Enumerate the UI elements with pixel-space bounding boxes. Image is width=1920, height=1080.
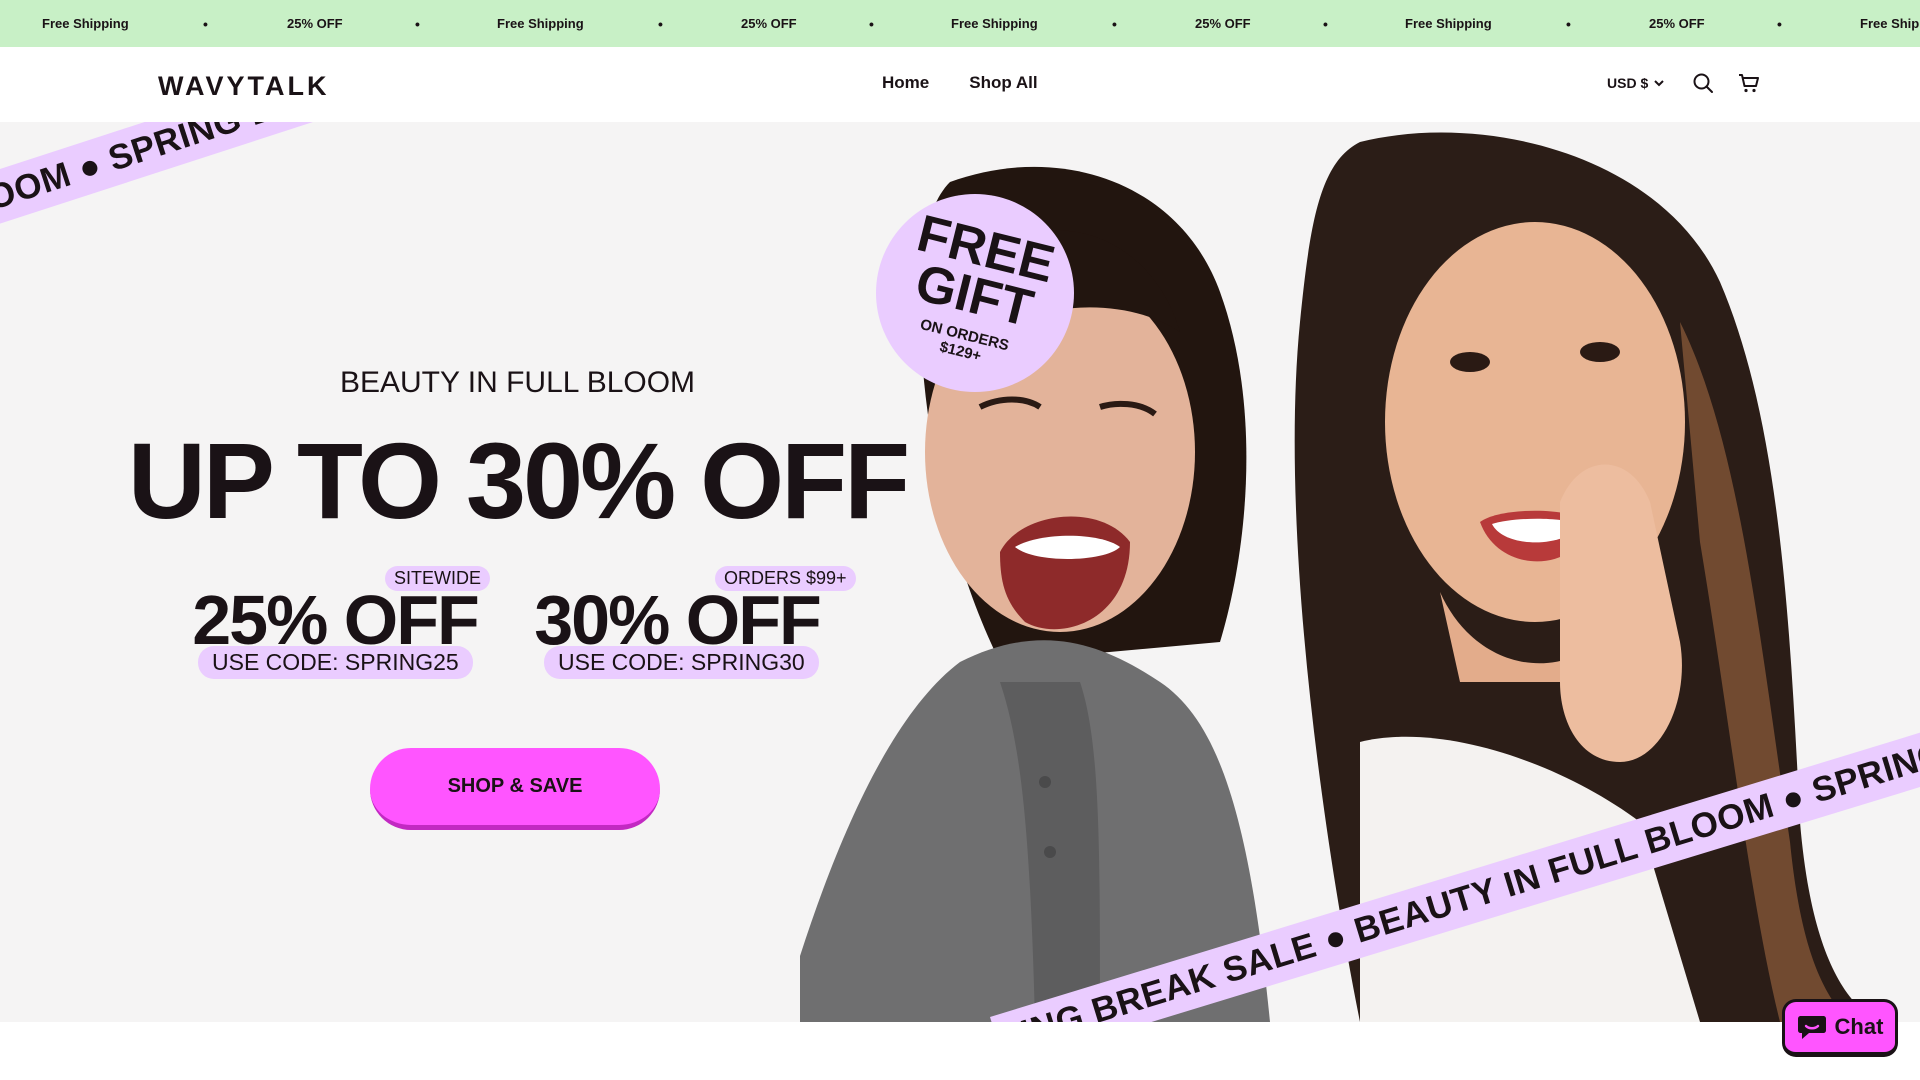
chat-button[interactable]: Chat	[1782, 999, 1898, 1057]
announcement-item: 25% OFF	[1195, 16, 1251, 31]
nav-shop-all[interactable]: Shop All	[969, 73, 1037, 93]
chat-bubble-icon	[1797, 1016, 1826, 1039]
announcement-separator: •	[1777, 15, 1782, 32]
announcement-item: Free Shipping	[42, 16, 129, 31]
announcement-item: Free Shipping	[497, 16, 584, 31]
search-icon[interactable]	[1691, 71, 1715, 95]
hero-banner: LOOM ● SPRING BREAK SALE ● BEAUTY IN FUL…	[0, 122, 1920, 1022]
announcement-separator: •	[1323, 15, 1328, 32]
free-gift-badge: FREE GIFT ON ORDERS $129+	[876, 194, 1074, 392]
offer-code: USE CODE: SPRING25	[198, 646, 473, 679]
offer-code: USE CODE: SPRING30	[544, 646, 819, 679]
main-nav: Home Shop All	[882, 73, 1038, 93]
nav-home[interactable]: Home	[882, 73, 929, 93]
chat-label: Chat	[1834, 1014, 1884, 1039]
announcement-bar: Free Shipping • 25% OFF • Free Shipping …	[0, 0, 1920, 47]
cart-icon[interactable]	[1737, 71, 1761, 95]
announcement-item: 25% OFF	[287, 16, 343, 31]
logo[interactable]: WAVYTALK	[158, 71, 330, 102]
currency-selector[interactable]: USD $	[1607, 75, 1664, 91]
announcement-item: 25% OFF	[1649, 16, 1705, 31]
offer-orders-99: ORDERS $99+ 30% OFF USE CODE: SPRING30	[512, 562, 856, 702]
announcement-item: Free Shipping	[1405, 16, 1492, 31]
announcement-separator: •	[658, 15, 663, 32]
announcement-item: Free Shipping	[951, 16, 1038, 31]
announcement-separator: •	[1566, 15, 1571, 32]
announcement-separator: •	[415, 15, 420, 32]
announcement-separator: •	[1112, 15, 1117, 32]
chevron-down-icon	[1654, 79, 1664, 86]
ribbon-top: LOOM ● SPRING BREAK SALE ● BEAUTY IN FUL…	[0, 122, 833, 232]
currency-label: USD $	[1607, 75, 1649, 91]
offer-sitewide: SITEWIDE 25% OFF USE CODE: SPRING25	[170, 562, 500, 702]
announcement-item: Free Shipp	[1860, 16, 1920, 31]
announcement-item: 25% OFF	[741, 16, 797, 31]
announcement-separator: •	[203, 15, 208, 32]
site-header: WAVYTALK Home Shop All USD $	[0, 47, 1920, 122]
announcement-separator: •	[869, 15, 874, 32]
hero-headline: UP TO 30% OFF	[127, 420, 910, 541]
ribbon-top-text: LOOM ● SPRING BREAK SALE ● BEAUTY IN FUL…	[0, 122, 814, 226]
shop-and-save-button[interactable]: SHOP & SAVE	[370, 748, 660, 830]
hero-subtitle: BEAUTY IN FULL BLOOM	[339, 366, 696, 399]
